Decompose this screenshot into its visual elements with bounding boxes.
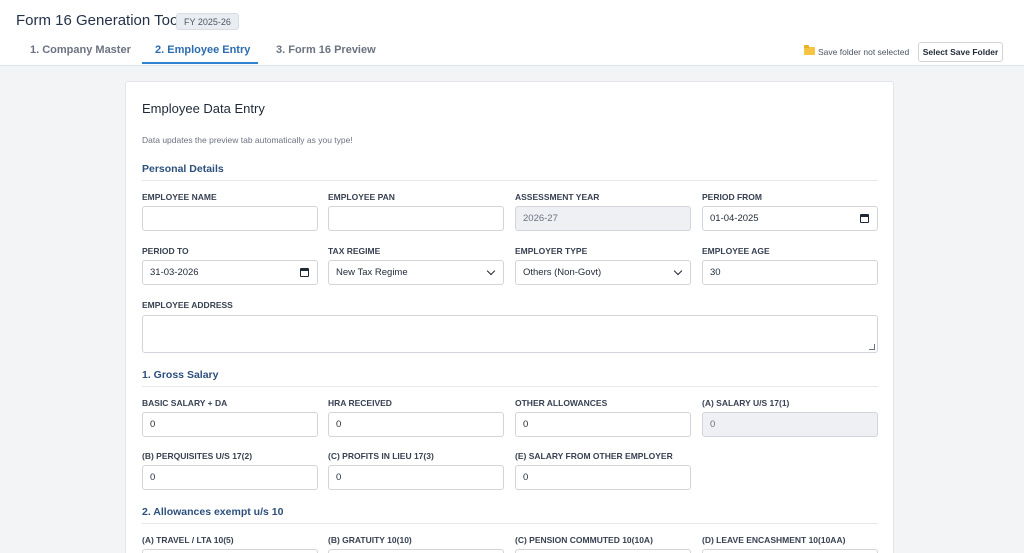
- tab-form16-preview[interactable]: 3. Form 16 Preview: [276, 44, 376, 56]
- active-tab-indicator: [142, 62, 258, 64]
- section-divider: [142, 386, 878, 387]
- travel-lta-label: (A) Travel / LTA 10(5): [142, 535, 234, 545]
- period-to-label: Period To: [142, 246, 189, 256]
- app-title: Form 16 Generation Tool: [16, 12, 182, 29]
- profits-lieu-label: (C) Profits in lieu 17(3): [328, 451, 434, 461]
- section-title-personal: Personal Details: [142, 163, 224, 175]
- period-from-label: Period From: [702, 192, 762, 202]
- perquisites-label: (B) Perquisites u/s 17(2): [142, 451, 253, 461]
- other-allowances-input[interactable]: 0: [515, 412, 691, 437]
- other-allowances-label: Other Allowances: [515, 398, 608, 408]
- period-from-input[interactable]: 01-04-2025: [702, 206, 878, 231]
- period-to-value: 31-03-2026: [150, 267, 199, 278]
- salary-17-1-input: 0: [702, 412, 878, 437]
- gratuity-label: (B) Gratuity 10(10): [328, 535, 412, 545]
- calendar-icon[interactable]: [300, 268, 309, 277]
- section-divider: [142, 180, 878, 181]
- employee-address-label: Employee Address: [142, 300, 233, 310]
- other-employer-input[interactable]: 0: [515, 465, 691, 490]
- employee-age-label: Employee Age: [702, 246, 770, 256]
- hra-label: HRA Received: [328, 398, 392, 408]
- period-to-input[interactable]: 31-03-2026: [142, 260, 318, 285]
- chevron-down-icon: [673, 266, 683, 276]
- employee-pan-label: Employee PAN: [328, 192, 395, 202]
- fy-badge: FY 2025-26: [176, 13, 239, 30]
- tax-regime-select[interactable]: New Tax Regime: [328, 260, 504, 285]
- employer-type-select[interactable]: Others (Non-Govt): [515, 260, 691, 285]
- employee-address-textarea[interactable]: [142, 315, 878, 353]
- leave-encashment-label: (D) Leave encashment 10(10AA): [702, 535, 846, 545]
- calendar-icon[interactable]: [860, 214, 869, 223]
- tab-company-master[interactable]: 1. Company Master: [30, 44, 131, 56]
- perquisites-input[interactable]: 0: [142, 465, 318, 490]
- hra-input[interactable]: 0: [328, 412, 504, 437]
- section-title-exempt: 2. Allowances exempt u/s 10: [142, 506, 284, 518]
- basic-da-label: Basic Salary + DA: [142, 398, 228, 408]
- select-save-folder-button[interactable]: Select Save Folder: [918, 42, 1003, 62]
- tax-regime-label: Tax Regime: [328, 246, 381, 256]
- section-divider: [142, 523, 878, 524]
- period-from-value: 01-04-2025: [710, 213, 759, 224]
- employer-type-label: Employer Type: [515, 246, 588, 256]
- other-employer-label: (E) Salary from other employer: [515, 451, 673, 461]
- assessment-year-label: Assessment Year: [515, 192, 600, 202]
- pension-commuted-input[interactable]: [515, 549, 691, 553]
- leave-encashment-input[interactable]: [702, 549, 878, 553]
- tax-regime-value: New Tax Regime: [336, 267, 408, 278]
- resize-handle-icon[interactable]: [869, 344, 875, 350]
- salary-17-1-label: (A) Salary u/s 17(1): [702, 398, 790, 408]
- employer-type-value: Others (Non-Govt): [523, 267, 602, 278]
- app-header: Form 16 Generation Tool FY 2025-26 1. Co…: [0, 0, 1024, 66]
- employee-age-input[interactable]: 30: [702, 260, 878, 285]
- assessment-year-input: 2026-27: [515, 206, 691, 231]
- employee-pan-input[interactable]: [328, 206, 504, 231]
- card-title: Employee Data Entry: [142, 101, 265, 116]
- gratuity-input[interactable]: [328, 549, 504, 553]
- travel-lta-input[interactable]: [142, 549, 318, 553]
- chevron-down-icon: [486, 266, 496, 276]
- section-title-gross-salary: 1. Gross Salary: [142, 369, 219, 381]
- employee-name-label: Employee Name: [142, 192, 217, 202]
- tab-employee-entry[interactable]: 2. Employee Entry: [155, 44, 250, 56]
- pension-commuted-label: (C) Pension commuted 10(10A): [515, 535, 653, 545]
- card-hint: Data updates the preview tab automatical…: [142, 135, 353, 145]
- basic-da-input[interactable]: 0: [142, 412, 318, 437]
- save-folder-status: Save folder not selected: [818, 47, 910, 57]
- profits-lieu-input[interactable]: 0: [328, 465, 504, 490]
- folder-icon: [804, 45, 815, 55]
- employee-name-input[interactable]: [142, 206, 318, 231]
